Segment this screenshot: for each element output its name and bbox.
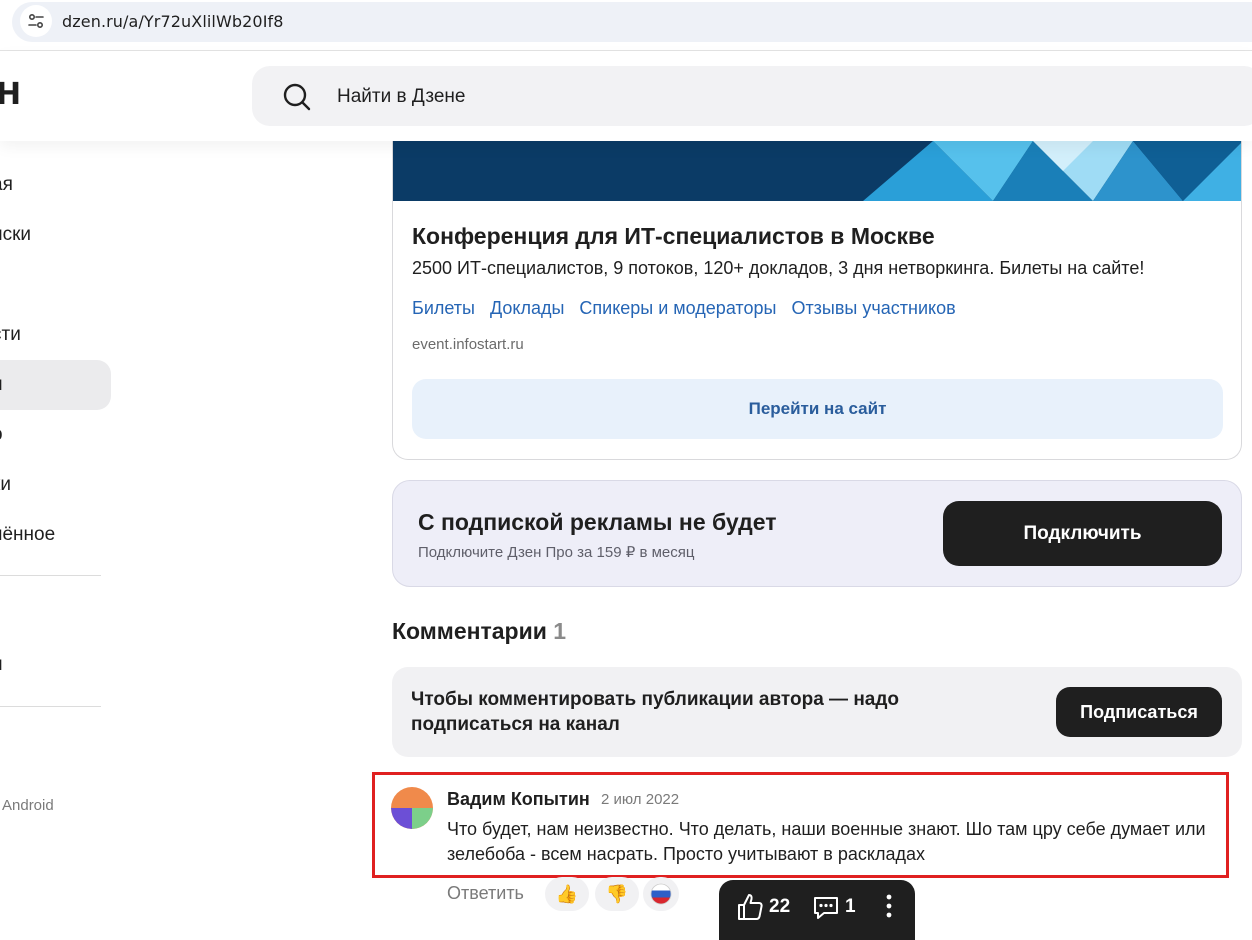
sidebar-item-news[interactable]: сти <box>0 310 111 360</box>
comment-text: Что будет, нам неизвестно. Что делать, н… <box>447 819 1206 864</box>
more-vertical-icon <box>886 894 892 918</box>
sidebar-item-shorts[interactable]: ки <box>0 460 111 510</box>
ad-links: Билеты Доклады Спикеры и модераторы Отзы… <box>412 298 956 319</box>
comments-count: 1 <box>553 618 567 644</box>
ad-link-tickets[interactable]: Билеты <box>412 298 475 319</box>
search-placeholder: Найти в Дзене <box>337 86 466 107</box>
sidebar-item-video[interactable]: о <box>0 410 111 460</box>
sidebar-item-articles[interactable]: и <box>0 360 111 410</box>
sidebar-divider <box>0 706 101 707</box>
ad-link-speakers[interactable]: Спикеры и модераторы <box>579 298 776 319</box>
article-action-bar: 22 1 <box>719 880 915 940</box>
russia-flag-icon <box>650 883 672 905</box>
browser-address-bar: dzen.ru/a/Yr72uXlilWb20If8 <box>0 0 1252 44</box>
sidebar-divider <box>0 575 101 576</box>
reaction-like[interactable]: 👍 <box>545 877 589 911</box>
promo-title: С подпиской рекламы не будет <box>418 509 777 535</box>
promo-subtitle: Подключите Дзен Про за 159 ₽ в месяц <box>418 544 695 561</box>
comments-heading: Комментарии 1 <box>392 618 566 645</box>
site-info-icon[interactable] <box>20 5 52 37</box>
sidebar-item-3[interactable]: і <box>0 260 111 310</box>
ad-link-reviews[interactable]: Отзывы участников <box>791 298 955 319</box>
sidebar-item-saved[interactable]: нённое <box>0 510 111 560</box>
dzen-logo[interactable]: Н <box>0 77 21 112</box>
comments-title: Комментарии <box>392 618 547 644</box>
go-to-site-button[interactable]: Перейти на сайт <box>412 379 1223 439</box>
reply-button[interactable]: Ответить <box>447 883 524 904</box>
connect-button[interactable]: Подключить <box>943 501 1222 566</box>
likes-count: 22 <box>769 896 791 917</box>
comment-icon <box>814 897 838 919</box>
site-header: Н Найти в Дзене <box>0 51 1252 141</box>
subscription-promo: С подпиской рекламы не будет Подключите … <box>392 480 1242 587</box>
ad-banner-image <box>393 141 1241 201</box>
ad-link-talks[interactable]: Доклады <box>490 298 564 319</box>
sidebar-item-channels[interactable]: и <box>0 640 111 690</box>
ad-title[interactable]: Конференция для ИТ-специалистов в Москве <box>412 223 935 250</box>
thumbs-up-icon <box>738 894 763 920</box>
sidebar: ая иски і сти и о ки нённое и Android <box>0 141 130 929</box>
search-input[interactable]: Найти в Дзене <box>252 66 1252 126</box>
reaction-dislike[interactable]: 👎 <box>595 877 639 911</box>
url-text[interactable]: dzen.ru/a/Yr72uXlilWb20If8 <box>62 12 284 31</box>
avatar[interactable] <box>391 787 433 829</box>
comment-date: 2 июл 2022 <box>601 791 680 808</box>
comments-count-badge: 1 <box>845 896 856 917</box>
ad-domain: event.infostart.ru <box>412 336 524 353</box>
ad-card[interactable]: Конференция для ИТ-специалистов в Москве… <box>392 141 1242 460</box>
comment-author[interactable]: Вадим Копытин <box>447 789 590 810</box>
subscribe-button[interactable]: Подписаться <box>1056 687 1222 737</box>
subscribe-prompt: Чтобы комментировать публикации автора —… <box>411 689 900 735</box>
like-button[interactable]: 22 <box>735 892 790 922</box>
subscribe-to-comment-box: Чтобы комментировать публикации автора —… <box>392 667 1242 757</box>
search-icon <box>283 83 311 111</box>
sidebar-item-main[interactable]: ая <box>0 160 111 210</box>
reaction-flag[interactable] <box>643 877 679 911</box>
comments-button[interactable]: 1 <box>811 892 856 922</box>
sidebar-item-subscriptions[interactable]: иски <box>0 210 111 260</box>
android-app-link[interactable]: Android <box>2 797 54 814</box>
more-options-button[interactable] <box>883 890 895 927</box>
ad-description: 2500 ИТ-специалистов, 9 потоков, 120+ до… <box>412 258 1145 278</box>
